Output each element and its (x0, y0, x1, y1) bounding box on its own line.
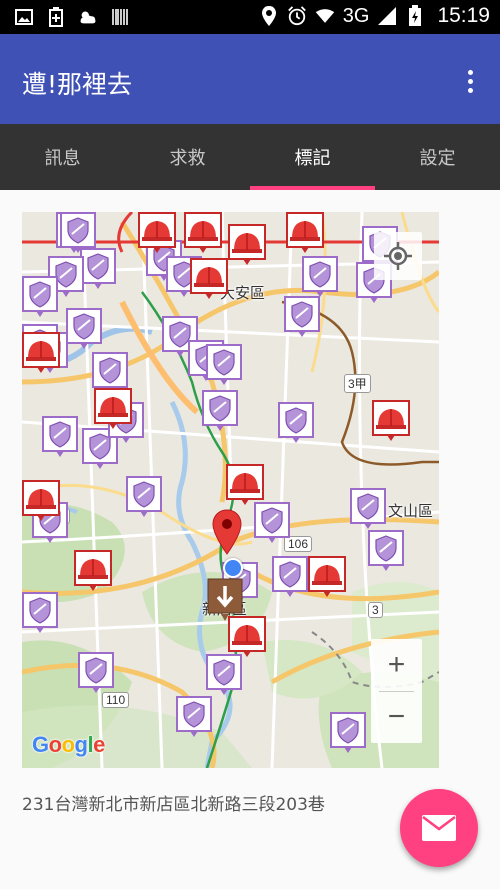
shield-marker-icon[interactable] (206, 344, 242, 385)
tab-markers[interactable]: 標記 (250, 124, 375, 190)
shield-marker-icon[interactable] (284, 296, 320, 337)
district-label-wenshan: 文山區 (388, 502, 434, 520)
shield-marker-icon[interactable] (206, 654, 242, 695)
tab-label: 標記 (294, 148, 331, 169)
network-type: 3G (342, 4, 370, 27)
shield-marker-icon[interactable] (22, 276, 58, 317)
helmet-marker-icon[interactable] (286, 212, 324, 253)
crosshair-icon (384, 242, 412, 270)
shield-marker-icon[interactable] (78, 652, 114, 693)
shield-marker-icon[interactable] (368, 530, 404, 571)
helmet-marker-icon[interactable] (372, 400, 410, 441)
app-bar: 遭!那裡去 (0, 34, 500, 124)
shield-marker-icon[interactable] (254, 502, 290, 543)
send-message-fab[interactable] (400, 789, 478, 867)
helmet-marker-icon[interactable] (190, 258, 228, 299)
helmet-marker-icon[interactable] (228, 224, 266, 265)
my-location-button[interactable] (374, 232, 422, 280)
shield-marker-icon[interactable] (22, 592, 58, 633)
wifi-icon (315, 6, 335, 26)
zoom-controls: + − (371, 639, 422, 743)
shield-marker-icon[interactable] (278, 402, 314, 443)
shield-marker-icon[interactable] (176, 696, 212, 737)
helmet-marker-icon[interactable] (22, 480, 60, 521)
image-icon (14, 7, 34, 27)
road-number-3: 3 (368, 602, 383, 618)
tab-bar: 訊息 求救 標記 設定 (0, 124, 500, 190)
address-text: 231台灣新北市新店區北新路三段203巷 (22, 795, 325, 815)
tab-label: 設定 (419, 148, 456, 169)
battery-plus-icon (46, 7, 66, 27)
red-location-pin-icon[interactable] (212, 509, 242, 555)
shield-marker-icon[interactable] (272, 556, 308, 597)
shield-marker-icon[interactable] (330, 712, 366, 753)
shield-marker-icon[interactable] (202, 390, 238, 431)
download-arrow-marker-icon[interactable] (207, 578, 243, 622)
tab-messages[interactable]: 訊息 (0, 124, 125, 190)
location-pin-icon (259, 6, 279, 26)
tab-label: 訊息 (44, 148, 81, 169)
current-location-dot (223, 558, 243, 578)
clock: 15:19 (437, 4, 490, 27)
shield-marker-icon[interactable] (66, 308, 102, 349)
tab-sos[interactable]: 求救 (125, 124, 250, 190)
battery-icon (405, 5, 425, 26)
signal-icon (377, 6, 397, 26)
helmet-marker-icon[interactable] (308, 556, 346, 597)
weather-icon (78, 7, 98, 27)
helmet-marker-icon[interactable] (22, 332, 60, 373)
app-title: 遭!那裡去 (22, 70, 133, 99)
barcode-icon (110, 7, 130, 27)
helmet-marker-icon[interactable] (226, 464, 264, 505)
status-bar: 3G 15:19 (0, 0, 500, 34)
overflow-menu-icon[interactable] (460, 70, 480, 98)
helmet-marker-icon[interactable] (74, 550, 112, 591)
shield-marker-icon[interactable] (92, 352, 128, 393)
tab-settings[interactable]: 設定 (375, 124, 500, 190)
tab-label: 求救 (169, 148, 206, 169)
alarm-icon (287, 6, 307, 26)
google-logo: Google (32, 732, 105, 757)
shield-marker-icon[interactable] (126, 476, 162, 517)
shield-marker-icon[interactable] (302, 256, 338, 297)
shield-marker-icon[interactable] (350, 488, 386, 529)
shield-marker-icon[interactable] (80, 248, 116, 289)
zoom-in-button[interactable]: + (371, 639, 422, 691)
tab-indicator (250, 186, 375, 190)
helmet-marker-icon[interactable] (94, 388, 132, 429)
road-number-3jia: 3甲 (344, 374, 371, 393)
map-view[interactable]: 大安區 文山區 新店區 106 3甲 3 110 11 + − Google (22, 212, 439, 768)
envelope-icon (422, 815, 456, 841)
road-number-110: 110 (102, 692, 130, 708)
zoom-out-button[interactable]: − (371, 691, 422, 743)
shield-marker-icon[interactable] (60, 212, 96, 253)
helmet-marker-icon[interactable] (138, 212, 176, 253)
helmet-marker-icon[interactable] (184, 212, 222, 253)
shield-marker-icon[interactable] (42, 416, 78, 457)
